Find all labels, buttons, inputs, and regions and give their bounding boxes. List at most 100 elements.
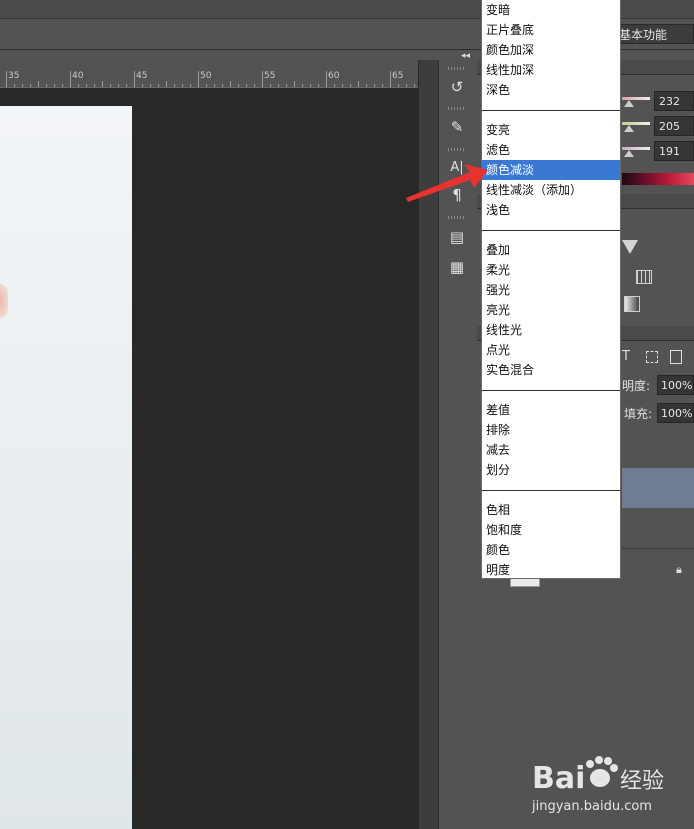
blend-mode-option[interactable]: 排除	[482, 420, 620, 440]
ruler-tick	[358, 81, 359, 87]
gradient-map-icon[interactable]	[622, 240, 638, 254]
blend-mode-option[interactable]: 线性光	[482, 320, 620, 340]
type-t-icon[interactable]: T	[622, 349, 630, 364]
blend-mode-option[interactable]: 柔光	[482, 260, 620, 280]
blend-mode-option[interactable]: 浅色	[482, 200, 620, 220]
ruler-tick	[414, 84, 415, 87]
baidu-jingyan-watermark: Bai 经验 jingyan.baidu.com	[531, 756, 664, 814]
blend-mode-option[interactable]: 色相	[482, 500, 620, 520]
ruler-tick	[22, 84, 23, 87]
selected-layer-row[interactable]	[622, 468, 694, 508]
green-slider-thumb[interactable]	[624, 125, 634, 132]
blend-mode-option[interactable]: 饱和度	[482, 520, 620, 540]
blue-slider-thumb[interactable]	[624, 150, 634, 157]
blend-mode-option[interactable]: 颜色加深	[482, 40, 620, 60]
blend-mode-option[interactable]: 正片叠底	[482, 20, 620, 40]
document-image[interactable]	[0, 106, 132, 829]
blend-mode-option[interactable]: 减去	[482, 440, 620, 460]
ruler-tick	[238, 84, 239, 87]
fill-field[interactable]: 100%	[657, 403, 694, 423]
ruler-tick	[286, 84, 287, 87]
ruler-tick	[350, 84, 351, 87]
ruler-tick	[254, 84, 255, 87]
blend-mode-option[interactable]: 差值	[482, 400, 620, 420]
ruler-tick	[102, 81, 103, 87]
ruler-tick	[78, 84, 79, 87]
blend-mode-option[interactable]: 颜色减淡	[482, 160, 620, 180]
green-value-field[interactable]: 205	[654, 116, 694, 136]
ruler-tick	[302, 84, 303, 87]
menu-separator	[482, 490, 620, 491]
ruler-tick	[14, 84, 15, 87]
ruler-tick	[158, 84, 159, 87]
blend-mode-option[interactable]: 点光	[482, 340, 620, 360]
ruler-tick	[342, 84, 343, 87]
grip-icon[interactable]	[448, 107, 466, 110]
ruler-tick	[318, 84, 319, 87]
color-spectrum[interactable]	[622, 173, 694, 185]
grip-icon[interactable]	[448, 216, 466, 219]
ruler-tick-label: 55	[264, 71, 276, 81]
ruler-tick	[190, 84, 191, 87]
ruler-tick	[366, 84, 367, 87]
blend-mode-option[interactable]: 明度	[482, 560, 620, 580]
collapse-panels-icon[interactable]: ◂◂	[461, 51, 470, 61]
background-layer-row[interactable]	[622, 548, 694, 589]
blend-mode-option[interactable]: 变暗	[482, 0, 620, 20]
ruler-tick	[54, 84, 55, 87]
workspace-switcher-button[interactable]: 基本功能	[614, 24, 694, 44]
grip-icon[interactable]	[448, 148, 466, 151]
blend-mode-option[interactable]: 颜色	[482, 540, 620, 560]
ruler-tick	[134, 71, 135, 87]
ruler-tick	[262, 71, 263, 87]
horizontal-ruler: 35 40 45 50 55 60 65	[0, 70, 447, 88]
ruler-tick	[62, 84, 63, 87]
ruler-tick	[166, 81, 167, 87]
blend-mode-option[interactable]: 线性减淡（添加）	[482, 180, 620, 200]
ruler-tick	[174, 84, 175, 87]
blend-mode-option[interactable]: 滤色	[482, 140, 620, 160]
watermark-brand-suffix: 经验	[620, 769, 664, 794]
channel-mixer-icon[interactable]	[636, 270, 652, 284]
ruler-tick-label: 35	[8, 71, 20, 81]
watermark-brand: Bai	[532, 761, 585, 796]
fill-label: 填充:	[624, 407, 653, 421]
blend-mode-option[interactable]: 亮光	[482, 300, 620, 320]
ruler-tick	[326, 71, 327, 87]
ruler-tick	[222, 84, 223, 87]
blend-mode-option[interactable]: 变亮	[482, 120, 620, 140]
ruler-tick	[46, 84, 47, 87]
red-slider-thumb[interactable]	[624, 100, 634, 107]
ruler-tick	[398, 84, 399, 87]
blend-mode-option[interactable]: 深色	[482, 80, 620, 100]
history-icon[interactable]: ↺	[446, 76, 468, 98]
menu-separator	[482, 390, 620, 391]
ruler-tick	[214, 84, 215, 87]
menu-separator	[482, 110, 620, 111]
blend-mode-option[interactable]: 强光	[482, 280, 620, 300]
brush-presets-icon[interactable]: ✎	[446, 116, 468, 138]
lock-icon: 🔒︎	[676, 563, 682, 576]
gradient-fill-icon[interactable]	[624, 296, 640, 312]
blend-mode-option[interactable]: 划分	[482, 460, 620, 480]
transform-icon[interactable]	[646, 351, 658, 363]
ruler-tick-label: 45	[136, 71, 148, 81]
blend-mode-option[interactable]: 实色混合	[482, 360, 620, 380]
paw-icon	[586, 756, 618, 787]
notes-icon[interactable]: ▦	[446, 256, 468, 278]
properties-icon[interactable]: ▤	[446, 226, 468, 248]
ruler-tick	[126, 84, 127, 87]
ruler-tick	[382, 84, 383, 87]
watermark-url: jingyan.baidu.com	[531, 799, 652, 814]
ruler-tick-label: 60	[328, 71, 340, 81]
blend-mode-option[interactable]: 线性加深	[482, 60, 620, 80]
red-value-field[interactable]: 232	[654, 91, 694, 111]
smart-object-icon[interactable]	[670, 350, 682, 364]
ruler-tick-label: 50	[200, 71, 212, 81]
blue-value-field[interactable]: 191	[654, 141, 694, 161]
ruler-tick	[206, 84, 207, 87]
grip-icon[interactable]	[448, 67, 466, 70]
ruler-tick	[246, 84, 247, 87]
opacity-field[interactable]: 100%	[657, 375, 694, 395]
blend-mode-option[interactable]: 叠加	[482, 240, 620, 260]
